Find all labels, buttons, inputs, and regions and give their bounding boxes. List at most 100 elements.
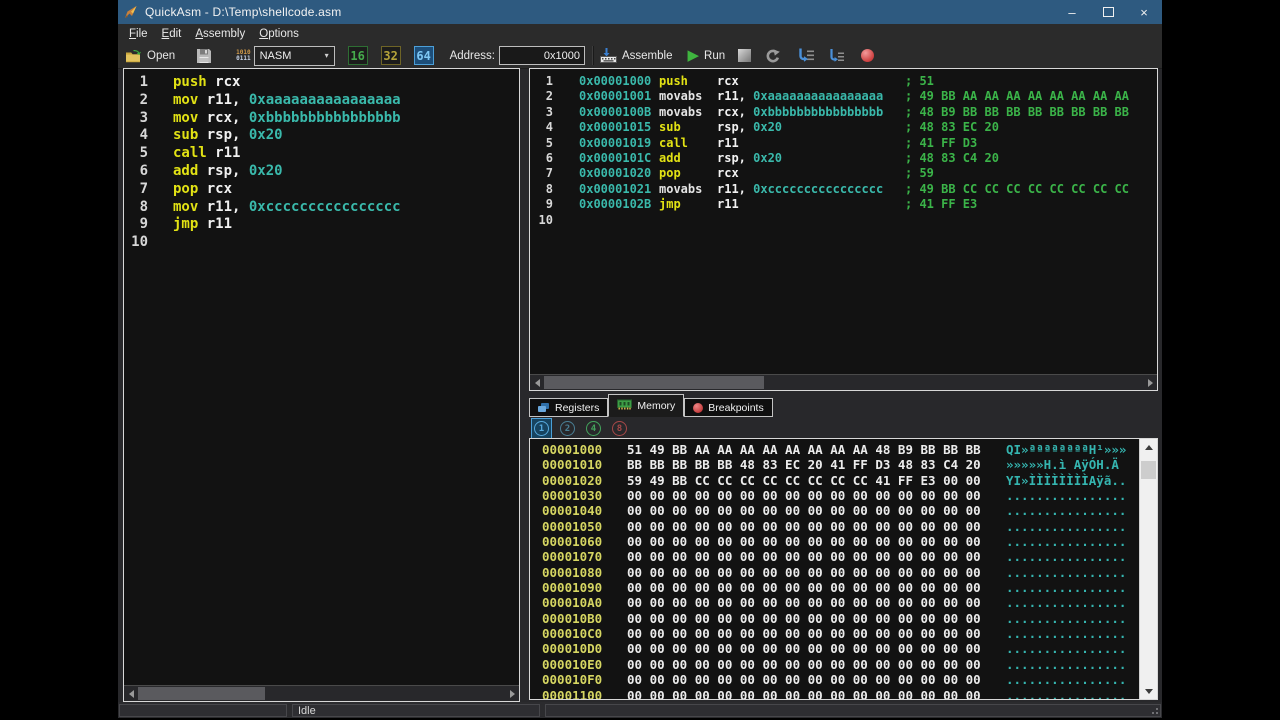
menubar: File Edit Assembly Options xyxy=(118,24,1162,43)
tab-memory[interactable]: Memory xyxy=(608,394,685,417)
bitness-64-button[interactable]: 64 xyxy=(413,46,434,65)
scroll-left-icon[interactable] xyxy=(530,375,544,390)
scrollbar-thumb[interactable] xyxy=(138,687,265,700)
record-icon xyxy=(861,49,875,62)
source-line: 9 jmp r11 xyxy=(124,216,519,234)
resize-grip[interactable] xyxy=(1149,705,1159,715)
memory-hex-bytes: 00 00 00 00 00 00 00 00 00 00 00 00 00 0… xyxy=(627,564,981,580)
record-button[interactable] xyxy=(858,44,877,67)
byte-group-2-button[interactable]: 2 xyxy=(557,418,578,439)
memory-row: 000010D0 00 00 00 00 00 00 00 00 00 00 00… xyxy=(542,641,1157,656)
disassembly-line: 3 0x0000100B movabs rcx, 0xbbbbbbbbbbbbbbbb… xyxy=(530,105,1157,120)
instruction-address: 0x00001020 xyxy=(579,166,652,181)
panel-tabs: Registers Memory Breakpoints xyxy=(529,394,773,417)
byte-group-4-button[interactable]: 4 xyxy=(583,418,604,439)
app-icon xyxy=(124,5,138,19)
line-number: 5 xyxy=(139,145,148,162)
memory-ascii: ................ xyxy=(1006,687,1127,700)
assembler-select[interactable]: NASM ▾ xyxy=(253,45,335,66)
step-over-button[interactable] xyxy=(823,44,848,67)
maximize-icon xyxy=(1102,7,1114,17)
code-token: 0x20 xyxy=(248,162,283,179)
scroll-down-icon[interactable] xyxy=(1140,683,1157,699)
instruction-address: 0x00001000 xyxy=(579,74,652,88)
memory-address: 00001030 xyxy=(542,488,603,504)
operands: r11, 0xaaaaaaaaaaaaaaaa xyxy=(717,89,905,104)
code-token: jmp xyxy=(173,216,199,233)
disassembly-line: 4 0x00001015 sub rsp, 0x20; 48 83 EC 20 xyxy=(530,120,1157,135)
close-button[interactable]: × xyxy=(1126,0,1162,24)
source-editor[interactable]: 1 push rcx 2 mov r11, 0xaaaaaaaaaaaaaaaa 3 mo… xyxy=(123,68,520,702)
instruction-address: 0x0000101C xyxy=(579,151,652,166)
memory-row: 000010B0 00 00 00 00 00 00 00 00 00 00 00… xyxy=(542,611,1157,626)
memory-hex-bytes: BB BB BB BB BB 48 83 EC 20 41 FF D3 48 8… xyxy=(627,457,981,473)
source-hscrollbar[interactable] xyxy=(124,685,519,701)
restart-button[interactable] xyxy=(761,44,784,67)
memory-hex-bytes: 00 00 00 00 00 00 00 00 00 00 00 00 00 0… xyxy=(627,626,981,642)
address-input[interactable] xyxy=(498,46,585,65)
disassembly-line: 1 0x00001000 push rcx ; 51 xyxy=(530,74,1157,89)
disassembly-view[interactable]: 1 0x00001000 push rcx; 51 2 0x00001001 movabs r… xyxy=(529,68,1158,391)
code-token: rcx xyxy=(717,166,739,181)
memory-hex-bytes: 00 00 00 00 00 00 00 00 00 00 00 00 00 0… xyxy=(627,488,981,504)
tab-breakpoints[interactable]: Breakpoints xyxy=(684,398,773,417)
menu-options[interactable]: Options xyxy=(252,28,306,40)
memory-address: 000010A0 xyxy=(542,595,603,611)
scroll-right-icon[interactable] xyxy=(505,686,519,701)
memory-ascii: ................ xyxy=(1006,610,1127,626)
memory-view[interactable]: 00001000 51 49 BB AA AA AA AA AA AA AA AA… xyxy=(529,438,1158,700)
memory-hex-bytes: 00 00 00 00 00 00 00 00 00 00 00 00 00 0… xyxy=(627,687,981,700)
scroll-left-icon[interactable] xyxy=(124,686,138,701)
memory-address: 00001060 xyxy=(542,534,603,550)
status-panel-3 xyxy=(545,703,1161,717)
code-token: 0xbbbbbbbbbbbbbbbb xyxy=(248,109,401,126)
line-number: 3 xyxy=(545,104,553,119)
code-token: call xyxy=(173,145,207,162)
tab-registers[interactable]: Registers xyxy=(529,398,609,417)
memory-vscrollbar[interactable] xyxy=(1139,439,1157,699)
memory-address: 00001040 xyxy=(542,503,603,519)
menu-file[interactable]: File xyxy=(122,28,155,40)
code-token: r11, xyxy=(717,181,754,196)
code-token: rcx, xyxy=(717,104,754,119)
stop-button[interactable] xyxy=(735,44,754,67)
run-button[interactable]: ▶ Run xyxy=(684,44,728,67)
minimize-button[interactable]: – xyxy=(1054,0,1090,24)
code-token: pop xyxy=(173,180,199,197)
memory-row: 000010C0 00 00 00 00 00 00 00 00 00 00 00… xyxy=(542,626,1157,641)
restart-icon xyxy=(766,49,780,62)
disassembly-hscrollbar[interactable] xyxy=(530,374,1157,390)
byte-group-1-button[interactable]: 1 xyxy=(531,418,552,439)
operands: rsp, 0x20 xyxy=(717,120,905,135)
scroll-right-icon[interactable] xyxy=(1143,375,1157,390)
step-into-button[interactable] xyxy=(793,44,818,67)
mnemonic: pop xyxy=(659,166,681,181)
menu-assembly[interactable]: Assembly xyxy=(188,28,252,40)
operands xyxy=(717,213,905,228)
instruction-address: 0x00001015 xyxy=(579,120,652,135)
save-button[interactable] xyxy=(194,44,214,67)
step-over-icon xyxy=(830,49,845,62)
code-token: rsp, xyxy=(198,162,249,179)
memory-hex-bytes: 51 49 BB AA AA AA AA AA AA AA AA 48 B9 B… xyxy=(627,442,981,457)
memory-ascii: ................ xyxy=(1006,503,1127,519)
bitness-32-button[interactable]: 32 xyxy=(380,46,401,65)
memory-hex-bytes: 00 00 00 00 00 00 00 00 00 00 00 00 00 0… xyxy=(627,656,981,672)
scroll-up-icon[interactable] xyxy=(1140,439,1157,455)
binary-view-icon[interactable]: 1010 0111 xyxy=(236,49,250,62)
bitness-16-button[interactable]: 16 xyxy=(347,46,368,65)
byte-group-8-button[interactable]: 8 xyxy=(609,418,630,439)
maximize-button[interactable] xyxy=(1090,0,1126,24)
assemble-button[interactable]: Assemble xyxy=(597,44,676,67)
open-label: Open xyxy=(147,49,176,62)
memory-ascii: ................ xyxy=(1006,564,1127,580)
line-number: 9 xyxy=(139,216,148,233)
open-button[interactable]: Open xyxy=(122,44,178,67)
code-token: rcx xyxy=(206,74,241,90)
byte-group-buttons: 1248 xyxy=(531,418,630,439)
scrollbar-thumb[interactable] xyxy=(544,376,764,389)
menu-edit[interactable]: Edit xyxy=(155,28,189,40)
scrollbar-thumb[interactable] xyxy=(1141,461,1156,479)
byte-group-circle: 1 xyxy=(534,421,549,436)
code-token: 0xbbbbbbbbbbbbbbbb xyxy=(753,104,884,119)
